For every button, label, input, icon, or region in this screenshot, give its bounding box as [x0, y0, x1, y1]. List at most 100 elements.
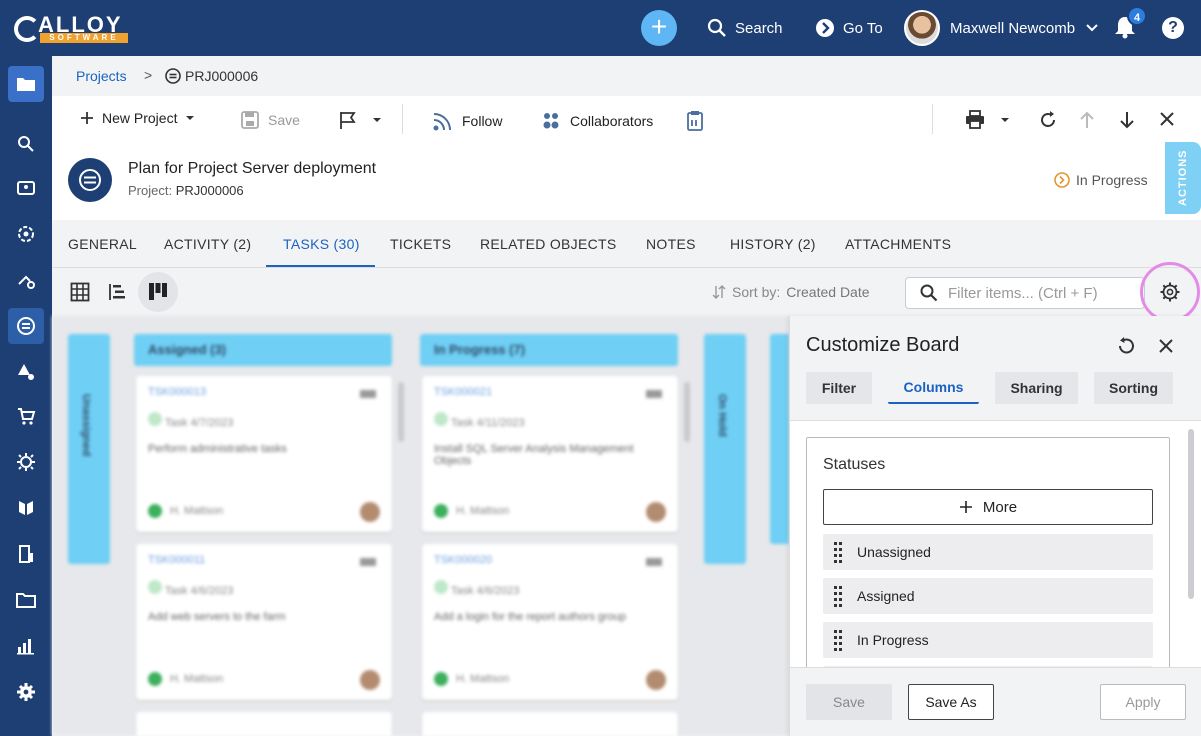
status-item-in-progress[interactable]: In Progress: [823, 622, 1153, 658]
grid-view-button[interactable]: [66, 278, 94, 306]
task-card[interactable]: TSK000013 Task 4/7/2023 Perform administ…: [136, 376, 392, 532]
gantt-view-button[interactable]: [104, 278, 132, 306]
arrow-down-icon: [1120, 112, 1134, 129]
gear-icon: [17, 683, 35, 701]
drag-handle-icon[interactable]: [833, 629, 843, 651]
sidebar-item-changes[interactable]: [8, 216, 44, 252]
column-label: Unassigned: [80, 394, 92, 457]
tab-tasks[interactable]: TASKS (30): [283, 236, 360, 252]
card-menu-icon[interactable]: [360, 390, 376, 398]
refresh-button[interactable]: [1038, 110, 1058, 130]
panel-tab-filter[interactable]: Filter: [806, 372, 872, 404]
task-text: Add web servers to the farm: [148, 611, 286, 623]
status-item-unassigned[interactable]: Unassigned: [823, 534, 1153, 570]
sidebar-item-service[interactable]: [8, 262, 44, 298]
save-board-button[interactable]: Save: [806, 684, 892, 720]
help-icon[interactable]: ?: [1162, 17, 1184, 39]
save-as-button[interactable]: Save As: [908, 684, 994, 720]
board-view-button[interactable]: [138, 272, 178, 312]
column-scrollbar[interactable]: [398, 382, 404, 442]
tab-notes[interactable]: NOTES: [646, 236, 696, 252]
sidebar-item-project-management[interactable]: [8, 308, 44, 344]
sort-by[interactable]: Sort by: Created Date: [712, 284, 870, 300]
board-column-in-progress[interactable]: In Progress (7): [420, 334, 678, 366]
card-menu-icon[interactable]: [360, 558, 376, 566]
floppy-icon: [241, 111, 259, 129]
user-menu[interactable]: Maxwell Newcomb: [904, 10, 1099, 46]
panel-tab-columns[interactable]: Columns: [888, 372, 979, 404]
tab-attachments[interactable]: ATTACHMENTS: [845, 236, 951, 252]
customize-board-button[interactable]: [1140, 262, 1200, 322]
clipboard-button[interactable]: [686, 110, 704, 132]
tab-history[interactable]: HISTORY (2): [730, 236, 816, 252]
task-date: 4/6/2023: [476, 585, 520, 597]
alloy-logo[interactable]: ALLOY SOFTWARE: [14, 10, 134, 46]
task-card[interactable]: [136, 712, 392, 736]
search-button[interactable]: Search: [707, 18, 783, 38]
more-statuses-button[interactable]: More: [823, 489, 1153, 525]
task-card[interactable]: [422, 712, 678, 736]
sidebar-item-tickets[interactable]: [8, 170, 44, 206]
previous-button[interactable]: [1078, 110, 1096, 130]
breadcrumb-projects-link[interactable]: Projects: [76, 68, 127, 84]
print-button[interactable]: [964, 110, 1010, 130]
printer-icon: [966, 110, 984, 129]
tab-tickets[interactable]: TICKETS: [390, 236, 451, 252]
sidebar-item-documents[interactable]: [8, 582, 44, 618]
new-project-button[interactable]: New Project: [80, 110, 195, 126]
gear-cycle-icon: [18, 226, 34, 242]
sidebar-item-search[interactable]: [8, 126, 44, 162]
collaborators-button[interactable]: Collaborators: [540, 110, 653, 132]
reset-button[interactable]: [1114, 334, 1138, 358]
sidebar-item-projects[interactable]: [8, 66, 44, 102]
task-card[interactable]: TSK000020 Task 4/6/2023 Add a login for …: [422, 544, 678, 700]
chevron-down-icon: [1086, 24, 1098, 32]
filter-input[interactable]: [948, 284, 1128, 302]
close-icon: [1160, 112, 1174, 126]
tab-general[interactable]: GENERAL: [68, 236, 137, 252]
sidebar-item-purchasing[interactable]: [8, 398, 44, 434]
goto-button[interactable]: Go To: [815, 18, 883, 38]
ticket-icon: [17, 181, 35, 195]
save-button[interactable]: Save: [240, 110, 300, 130]
sidebar-item-network[interactable]: [8, 444, 44, 480]
user-name: Maxwell Newcomb: [950, 19, 1076, 37]
card-menu-icon[interactable]: [646, 558, 662, 566]
status-item-partial[interactable]: [823, 666, 1153, 667]
sidebar-item-settings[interactable]: [8, 674, 44, 710]
sidebar-item-assets[interactable]: [8, 354, 44, 390]
board-column-on-hold[interactable]: On Hold: [704, 334, 746, 564]
tab-related-objects[interactable]: RELATED OBJECTS: [480, 236, 617, 252]
drag-handle-icon[interactable]: [833, 585, 843, 607]
sidebar-item-catalog[interactable]: [8, 490, 44, 526]
add-new-button[interactable]: +: [641, 10, 677, 46]
record-tabs: GENERAL ACTIVITY (2) TASKS (30) TICKETS …: [52, 220, 1201, 268]
caret-down-icon: [1001, 118, 1009, 122]
sidebar-item-reports[interactable]: [8, 628, 44, 664]
task-card[interactable]: TSK000021 Task 4/11/2023 Install SQL Ser…: [422, 376, 678, 532]
status-badge[interactable]: In Progress: [1054, 172, 1148, 188]
panel-tab-sharing[interactable]: Sharing: [995, 372, 1078, 404]
card-menu-icon[interactable]: [646, 390, 662, 398]
column-scrollbar[interactable]: [684, 382, 690, 442]
follow-button[interactable]: Follow: [432, 110, 502, 132]
task-card[interactable]: TSK000011 Task 4/6/2023 Add web servers …: [136, 544, 392, 700]
status-item-assigned[interactable]: Assigned: [823, 578, 1153, 614]
close-panel-button[interactable]: [1154, 334, 1178, 358]
active-tab-indicator: [266, 265, 375, 267]
close-record-button[interactable]: [1158, 110, 1176, 128]
tab-activity[interactable]: ACTIVITY (2): [164, 236, 251, 252]
actions-tab[interactable]: ACTIONS: [1165, 142, 1201, 214]
drag-handle-icon[interactable]: [833, 541, 843, 563]
board-column-assigned[interactable]: Assigned (3): [134, 334, 392, 366]
network-icon: [17, 453, 35, 471]
panel-scrollbar[interactable]: [1188, 429, 1194, 599]
next-button[interactable]: [1118, 110, 1136, 130]
sidebar-item-organization[interactable]: [8, 536, 44, 572]
apply-button[interactable]: Apply: [1100, 684, 1186, 720]
panel-tab-sorting[interactable]: Sorting: [1094, 372, 1173, 404]
folder-icon: [17, 78, 35, 91]
board-column-unassigned[interactable]: Unassigned: [68, 334, 110, 564]
flag-button[interactable]: [338, 110, 382, 130]
project-subtitle: Project: PRJ000006: [128, 183, 244, 198]
